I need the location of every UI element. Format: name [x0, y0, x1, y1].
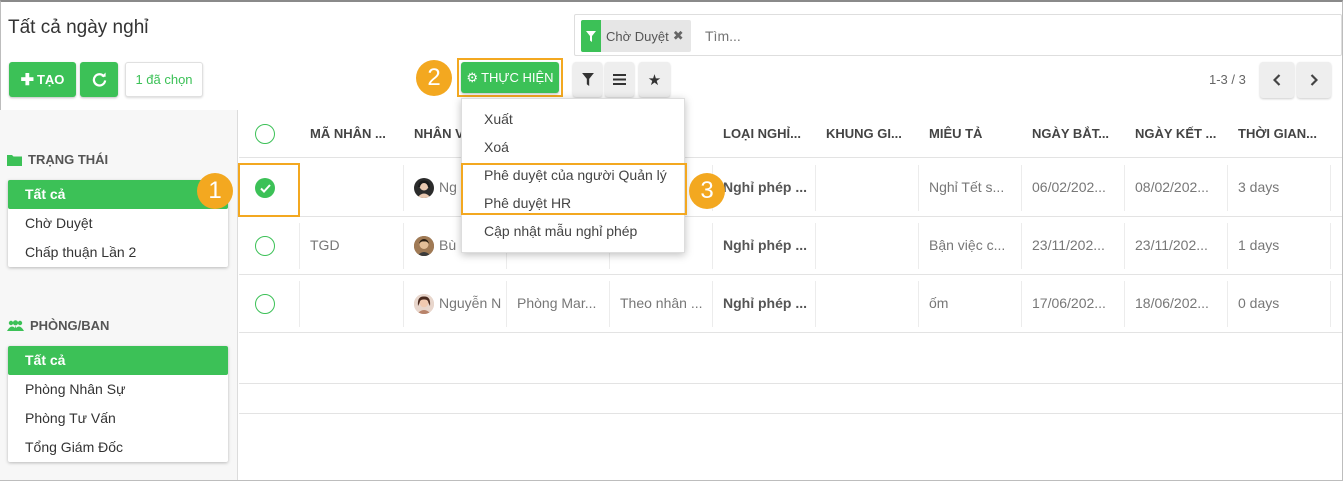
- cell-description: Nghỉ Tết s...: [929, 179, 1005, 195]
- status-list: Tất cả Chờ Duyệt Chấp thuận Lần 2: [8, 180, 228, 267]
- table-row[interactable]: Nguyễn N Phòng Mar... Theo nhân ... Nghỉ…: [239, 275, 1342, 333]
- sidebar-item-dept-ceo[interactable]: Tổng Giám Đốc: [8, 433, 228, 462]
- table-row[interactable]: Ng Nghỉ phép ... Nghỉ Tết s... 06/02/202…: [239, 159, 1342, 217]
- column-header-leave-type[interactable]: LOẠI NGHỈ...: [723, 126, 801, 141]
- sidebar-item-dept-hr[interactable]: Phòng Nhân Sự: [8, 375, 228, 404]
- column-header-employee[interactable]: NHÂN V: [414, 126, 464, 141]
- annotation-badge-2: 2: [416, 60, 452, 96]
- highlight-box-3: [461, 163, 687, 215]
- pager-previous-button[interactable]: [1260, 62, 1294, 98]
- empty-row: [239, 384, 1342, 414]
- select-all-checkbox[interactable]: [255, 124, 275, 144]
- sidebar-item-status-pending[interactable]: Chờ Duyệt: [8, 209, 228, 238]
- row-checkbox[interactable]: [255, 236, 275, 256]
- filter-facet-label: Chờ Duyệt: [606, 28, 669, 44]
- avatar: [414, 178, 434, 198]
- department-list: Tất cả Phòng Nhân Sự Phòng Tư Vấn Tổng G…: [8, 346, 228, 462]
- row-checkbox[interactable]: [255, 294, 275, 314]
- create-button[interactable]: ✚ TẠO: [9, 62, 76, 97]
- search-input[interactable]: [703, 21, 1303, 51]
- filter-icon: [581, 73, 594, 86]
- column-header-description[interactable]: MIÊU TẢ: [929, 126, 982, 141]
- status-heading: TRẠNG THÁI: [7, 152, 108, 167]
- table-row[interactable]: TGD Bù Nghỉ phép ... Bận việc c... 23/11…: [239, 217, 1342, 275]
- action-button[interactable]: ⚙ THỰC HIỆN: [461, 62, 559, 93]
- refresh-icon: [92, 72, 106, 87]
- menu-item-update-leave-form[interactable]: Cập nhật mẫu nghỉ phép: [484, 223, 637, 239]
- column-header-duration[interactable]: THỜI GIAN...: [1238, 126, 1317, 141]
- filter-icon: [581, 20, 601, 52]
- cell-leave-type: Nghỉ phép ...: [723, 237, 807, 253]
- sidebar-item-dept-all[interactable]: Tất cả: [8, 346, 228, 375]
- sidebar-item-status-approved-2[interactable]: Chấp thuận Lần 2: [8, 238, 228, 267]
- empty-row: [239, 333, 1342, 384]
- sidebar-item-status-all[interactable]: Tất cả: [8, 180, 228, 209]
- cell-description: Bận việc c...: [929, 237, 1006, 253]
- sidebar: TRẠNG THÁI Tất cả Chờ Duyệt Chấp thuận L…: [0, 110, 238, 480]
- menu-item-export[interactable]: Xuất: [484, 111, 513, 127]
- create-button-label: TẠO: [36, 72, 65, 87]
- filter-facet[interactable]: Chờ Duyệt ✖: [581, 20, 691, 52]
- status-heading-label: TRẠNG THÁI: [28, 152, 109, 167]
- refresh-button[interactable]: [80, 62, 118, 97]
- annotation-badge-1: 1: [197, 173, 233, 209]
- page-title: Tất cả ngày nghỉ: [8, 17, 149, 38]
- highlight-box-1: [238, 163, 300, 217]
- column-header-end-date[interactable]: NGÀY KẾT ...: [1135, 126, 1216, 141]
- cell-leave-type: Nghỉ phép ...: [723, 295, 807, 311]
- filter-button[interactable]: [573, 62, 602, 97]
- cell-start-date: 23/11/202...: [1032, 237, 1105, 253]
- pager-value: 1-3 / 3: [1209, 72, 1246, 87]
- menu-item-delete[interactable]: Xoá: [484, 139, 509, 155]
- remove-facet-icon[interactable]: ✖: [673, 20, 687, 52]
- folder-icon: [7, 154, 22, 166]
- cell-duration: 1 days: [1238, 237, 1280, 253]
- column-header-time-slot[interactable]: KHUNG GI...: [826, 126, 902, 141]
- cell-duration: 3 days: [1238, 179, 1280, 195]
- cell-code: TGD: [310, 237, 340, 253]
- cell-description: ốm: [929, 295, 949, 311]
- plus-icon: ✚: [20, 71, 34, 89]
- action-button-label: THỰC HIỆN: [481, 70, 554, 85]
- column-header-code[interactable]: MÃ NHÂN ...: [310, 126, 386, 141]
- cell-leave-type: Nghỉ phép ...: [723, 179, 807, 195]
- chevron-right-icon: [1310, 74, 1318, 86]
- cell-duration: 0 days: [1238, 295, 1280, 311]
- list-icon: [613, 74, 626, 85]
- cell-department: Phòng Mar...: [517, 295, 597, 311]
- cell-end-date: 18/06/202...: [1135, 295, 1209, 311]
- favorites-button[interactable]: ★: [639, 62, 670, 97]
- cell-start-date: 17/06/202...: [1032, 295, 1106, 311]
- cell-end-date: 23/11/202...: [1135, 237, 1208, 253]
- annotation-badge-3: 3: [689, 173, 725, 209]
- cell-employee: Nguyễn N: [439, 295, 502, 311]
- group-by-button[interactable]: [605, 62, 634, 97]
- cell-end-date: 08/02/202...: [1135, 179, 1209, 195]
- cell-start-date: 06/02/202...: [1032, 179, 1106, 195]
- cell-assign: Theo nhân ...: [620, 295, 703, 311]
- column-header-start-date[interactable]: NGÀY BẮT...: [1032, 126, 1109, 141]
- star-icon: ★: [647, 71, 662, 89]
- gear-icon: ⚙: [466, 69, 479, 85]
- search-bar[interactable]: Chờ Duyệt ✖: [574, 14, 1342, 56]
- pager-next-button[interactable]: [1297, 62, 1331, 98]
- sidebar-item-dept-consulting[interactable]: Phòng Tư Vấn: [8, 404, 228, 433]
- avatar: [414, 294, 434, 314]
- chevron-left-icon: [1273, 74, 1281, 86]
- department-heading: PHÒNG/BAN: [7, 318, 109, 333]
- table-header: MÃ NHÂN ... NHÂN V LOẠI NGHỈ... KHUNG GI…: [239, 110, 1342, 158]
- selected-count-button[interactable]: 1 đã chọn: [125, 62, 203, 97]
- users-icon: [7, 319, 24, 331]
- avatar: [414, 236, 434, 256]
- department-heading-label: PHÒNG/BAN: [30, 318, 110, 333]
